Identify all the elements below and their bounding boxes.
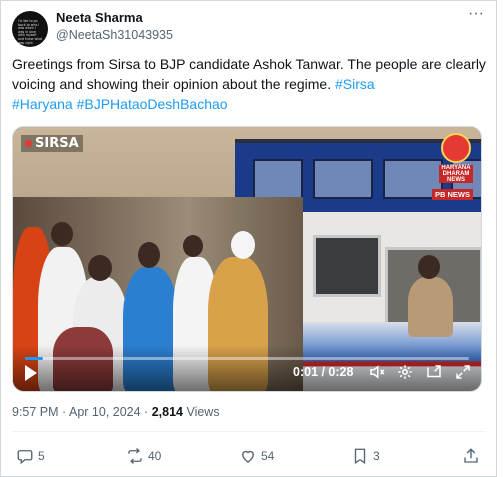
tweet-date[interactable]: Apr 10, 2024	[69, 405, 141, 419]
tweet-time[interactable]: 9:57 PM	[12, 405, 59, 419]
view-count: 2,814	[151, 405, 183, 419]
channel-label: HARYANA DHARAM NEWS	[439, 165, 473, 183]
divider	[12, 431, 486, 432]
tweet-text: Greetings from Sirsa to BJP candidate As…	[12, 54, 492, 114]
bookmark-button[interactable]: 3	[351, 445, 380, 467]
tweet-meta: 9:57 PM · Apr 10, 2024 · 2,814 Views	[12, 405, 220, 419]
avatar[interactable]: I'd like to go back to who I was when I …	[12, 11, 48, 47]
repost-count: 40	[148, 449, 162, 463]
bookmark-icon	[354, 448, 366, 465]
reply-icon	[17, 450, 33, 465]
like-icon	[242, 450, 254, 463]
video-controls: 0:01 / 0:28	[13, 345, 481, 391]
location-overlay: SIRSA	[21, 135, 83, 152]
video-player[interactable]: SIRSA HARYANA DHARAM NEWS PB NEWS 0:01 /…	[12, 126, 482, 392]
user-handle[interactable]: @NeetaSh31043935	[56, 28, 173, 42]
share-icon	[464, 448, 478, 463]
pip-icon[interactable]	[425, 363, 443, 381]
like-button[interactable]: 54	[239, 445, 274, 467]
play-icon[interactable]	[25, 365, 37, 381]
video-progress-bar[interactable]	[25, 357, 469, 360]
reply-count: 5	[38, 449, 45, 463]
display-name[interactable]: Neeta Sharma	[56, 10, 143, 25]
reply-button[interactable]: 5	[16, 445, 45, 467]
video-progress-fill	[25, 357, 43, 360]
hashtag-link[interactable]: #BJPHataoDeshBachao	[77, 96, 228, 112]
tweet-body: Greetings from Sirsa to BJP candidate As…	[12, 56, 486, 92]
hashtag-link[interactable]: #Haryana	[12, 96, 73, 112]
volume-icon[interactable]	[368, 363, 386, 381]
news-badge: PB NEWS	[431, 189, 473, 200]
repost-icon	[128, 448, 142, 464]
bookmark-count: 3	[373, 449, 380, 463]
tweet-card[interactable]: I'd like to go back to who I was when I …	[0, 0, 497, 477]
repost-button[interactable]: 40	[126, 445, 161, 467]
settings-icon[interactable]	[396, 363, 414, 381]
fullscreen-icon[interactable]	[454, 363, 472, 381]
channel-logo: HARYANA DHARAM NEWS	[439, 133, 473, 183]
hashtag-link[interactable]: #Sirsa	[335, 76, 375, 92]
more-icon[interactable]: ···	[468, 5, 484, 23]
action-bar: 5 40 54 3	[1, 445, 498, 467]
share-button[interactable]	[462, 445, 484, 467]
like-count: 54	[261, 449, 275, 463]
video-time: 0:01 / 0:28	[293, 365, 354, 379]
views-label: Views	[186, 405, 220, 419]
